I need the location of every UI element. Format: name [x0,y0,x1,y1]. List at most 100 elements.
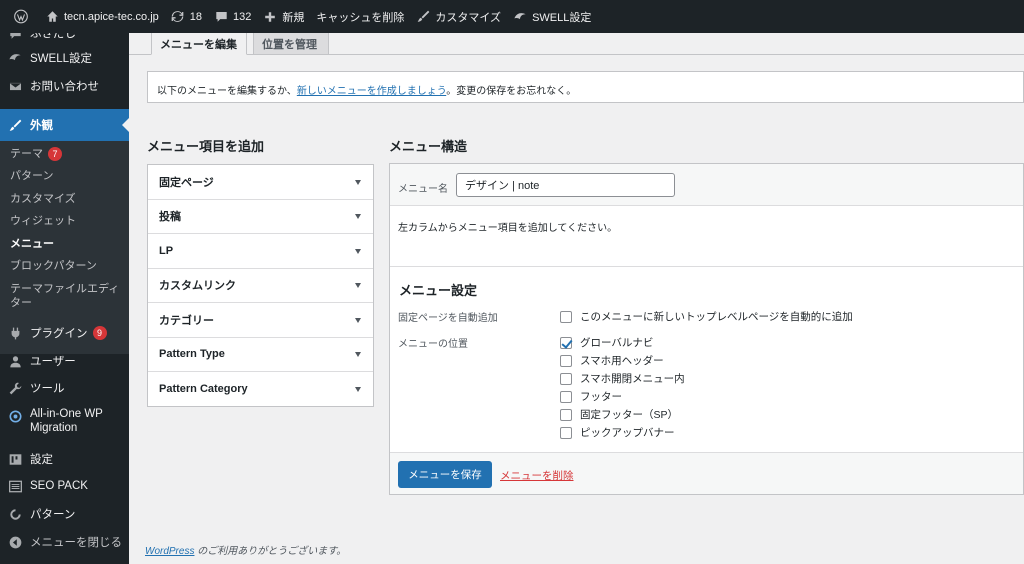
settings-divider [390,266,1023,267]
add-items-accordion: 固定ページ 投稿 LP カスタムリンク カテゴリー Pattern Type P… [147,164,374,407]
location-global-nav[interactable]: グローバルナビ [560,335,653,350]
chevron-down-icon [355,283,361,289]
refresh-icon [171,10,185,24]
menu-locations-label: メニューの位置 [398,339,468,350]
save-menu-button[interactable]: メニューを保存 [398,461,492,488]
updates-count: 18 [189,10,203,23]
sidebar-item-label: SWELL設定 [30,53,92,65]
create-new-menu-link[interactable]: 新しいメニューを作成しましょう [297,86,446,97]
location-pickup-banner[interactable]: ピックアップバナー [560,425,675,440]
sidebar-item-users[interactable]: ユーザー [0,351,129,371]
wordpress-logo-button[interactable] [8,0,39,33]
accordion-pattern-type[interactable]: Pattern Type [148,338,373,372]
settings-icon [8,452,22,466]
sidebar-item-label: メニューを閉じる [30,537,122,549]
checkbox-label: 固定フッター（SP） [580,409,679,421]
sidebar-item-appearance[interactable]: 外観 [0,109,129,141]
comment-icon [214,10,228,24]
accordion-categories[interactable]: カテゴリー [148,303,373,338]
auto-add-pages-option[interactable]: このメニューに新しいトップレベルページを自動的に追加 [560,309,853,324]
sidebar-item-label: ふきだし [30,33,76,40]
sidebar-item-contact[interactable]: お問い合わせ [0,77,129,95]
submenu-item-widgets[interactable]: ウィジェット [10,214,76,228]
sp-drawer-checkbox[interactable] [560,372,572,385]
sidebar-item-seo-pack[interactable]: SEO PACK [0,476,129,496]
sidebar-item-label-line2: Migration [30,422,78,434]
location-footer[interactable]: フッター [560,389,622,404]
submenu-item-menus[interactable]: メニュー [10,237,54,251]
location-fixed-footer-sp[interactable]: 固定フッター（SP） [560,407,678,422]
sidebar-item-label: パターン [30,509,76,521]
submenu-item-label: テーマファイルエディ [10,283,120,295]
global-nav-checkbox[interactable] [560,336,572,349]
wordpress-link[interactable]: WordPress [145,546,194,557]
accordion-custom-links[interactable]: カスタムリンク [148,269,373,303]
submenu-item-label: パターン [10,170,54,182]
footer-checkbox[interactable] [560,390,572,403]
chevron-down-icon [355,352,361,358]
accordion-posts[interactable]: 投稿 [148,200,373,234]
accordion-pages[interactable]: 固定ページ [148,165,373,200]
menu-name-label: メニュー名 [398,184,448,195]
accordion-label: LP [159,244,174,257]
submenu-item-themes[interactable]: テーマ 7 [10,147,62,161]
sidebar-item-plugins[interactable]: プラグイン 9 [0,323,129,343]
submenu-item-label: テーマ [10,148,43,160]
plugins-update-badge: 9 [92,326,107,340]
migration-label-wrap: All-in-One WP Migration [30,407,103,435]
menu-name-input[interactable] [456,173,675,197]
accordion-pattern-category[interactable]: Pattern Category [148,372,373,407]
submenu-item-customize[interactable]: カスタマイズ [10,192,76,206]
footer-text: のご利用ありがとうございます。 [194,546,347,557]
wordpress-logo-icon [14,9,28,24]
checkbox-label: スマホ用ヘッダー [580,355,664,367]
new-content-link[interactable]: 新規 [257,0,310,33]
brush-icon [416,10,430,24]
notice-text: 以下のメニューを編集するか、 [157,86,297,97]
tab-manage-locations[interactable]: 位置を管理 [253,33,329,55]
submenu-item-label: カスタマイズ [10,193,76,205]
sidebar-item-tools[interactable]: ツール [0,378,129,398]
sidebar-item-all-in-one-migration[interactable]: All-in-One WP Migration [0,407,129,439]
admin-bar: tecn.apice-tec.co.jp 18 132 新規 キャッシュを削除 [0,0,1024,33]
sidebar-item-patterns[interactable]: パターン [0,504,129,524]
accordion-label: Pattern Type [159,348,225,361]
swell-settings-link[interactable]: SWELL設定 [507,0,597,33]
clear-cache-link[interactable]: キャッシュを削除 [310,0,410,33]
plugin-icon [8,326,22,340]
accordion-label: 投稿 [159,211,181,224]
collapse-menu-button[interactable]: メニューを閉じる [0,532,129,552]
sidebar-item-swell-settings[interactable]: SWELL設定 [0,49,129,67]
customize-link[interactable]: カスタマイズ [410,0,507,33]
pattern-icon [8,507,22,521]
auto-add-checkbox[interactable] [560,310,572,323]
fixed-footer-checkbox[interactable] [560,408,572,421]
sidebar-item-label: ユーザー [30,356,76,368]
site-name-link[interactable]: tecn.apice-tec.co.jp [39,0,165,33]
menu-settings-heading: メニュー設定 [399,283,478,298]
submenu-item-patterns[interactable]: パターン [10,169,53,183]
pickup-banner-checkbox[interactable] [560,426,572,439]
comments-link[interactable]: 132 [208,0,257,33]
sp-header-checkbox[interactable] [560,354,572,367]
sidebar-item-fukidashi[interactable]: ふきだし [0,33,129,41]
submenu-item-label: ブロックパターン [10,260,97,272]
checkbox-label: フッター [580,391,622,403]
updates-link[interactable]: 18 [165,0,208,33]
menu-actions-bar: メニューを保存 メニューを削除 [390,452,1023,494]
accordion-lp[interactable]: LP [148,234,373,269]
checkbox-label: グローバルナビ [580,337,654,349]
sidebar-item-settings[interactable]: 設定 [0,449,129,469]
brush-icon [8,118,22,132]
sidebar-item-label: 設定 [30,454,53,466]
submenu-item-block-patterns[interactable]: ブロックパターン [10,259,97,273]
tab-edit-menus[interactable]: メニューを編集 [151,33,247,55]
location-sp-drawer[interactable]: スマホ開閉メニュー内 [560,371,685,386]
user-icon [8,354,22,368]
delete-menu-link[interactable]: メニューを削除 [500,468,574,483]
sidebar-item-label: お問い合わせ [30,81,99,93]
submenu-item-theme-file-editor[interactable]: テーマファイルエディ ター [10,282,119,310]
chevron-down-icon [355,317,361,323]
themes-update-badge: 7 [48,147,62,161]
location-sp-header[interactable]: スマホ用ヘッダー [560,353,664,368]
